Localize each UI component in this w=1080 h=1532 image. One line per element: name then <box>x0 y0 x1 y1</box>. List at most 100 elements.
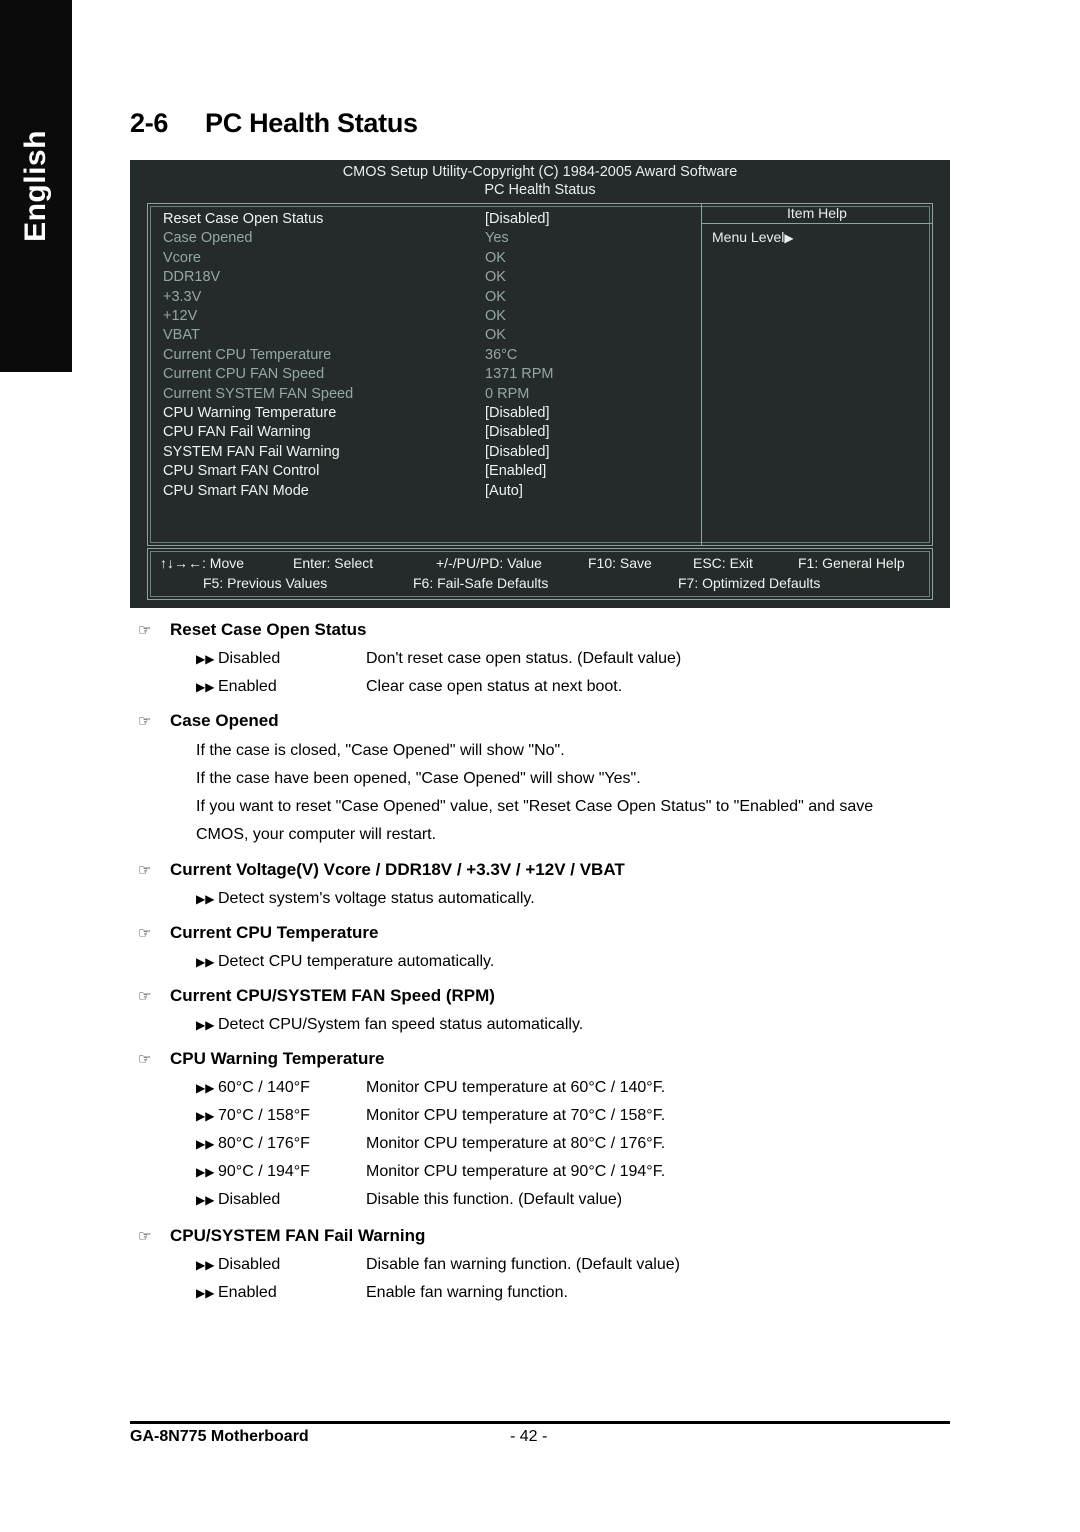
bios-setting-value[interactable]: OK <box>485 288 701 307</box>
bios-setting-value[interactable]: OK <box>485 249 701 268</box>
section-title: PC Health Status <box>205 108 418 138</box>
bios-main-frame: Reset Case Open Status [Disabled] Case Ope… <box>147 203 933 546</box>
pointing-hand-icon: ☞ <box>138 988 152 1005</box>
double-arrow-icon: ▶▶ <box>196 1018 215 1032</box>
bios-setting-row[interactable]: CPU Warning Temperature [Disabled] <box>148 404 701 423</box>
option-row: ▶▶ 80°C / 176°F Monitor CPU temperature at… <box>196 1135 665 1153</box>
option-label: 70°C / 158°F <box>218 1107 310 1124</box>
bios-setting-row[interactable]: CPU Smart FAN Mode [Auto] <box>148 482 701 501</box>
bios-setting-row[interactable]: Current CPU FAN Speed 1371 RPM <box>148 365 701 384</box>
bios-setting-row[interactable]: Current SYSTEM FAN Speed 0 RPM <box>148 385 701 404</box>
section-heading-case-opened: ☞ Case Opened <box>138 711 279 731</box>
key-exit: ESC: Exit <box>693 555 753 571</box>
bios-setting-label: CPU Smart FAN Mode <box>163 482 309 499</box>
page-title: 2-6 PC Health Status <box>130 108 418 139</box>
bios-setting-label: CPU Warning Temperature <box>163 405 337 422</box>
option-description: Disable this function. (Default value) <box>366 1191 623 1208</box>
pointing-hand-icon: ☞ <box>138 862 152 879</box>
bios-setting-value[interactable]: 36°C <box>485 346 701 365</box>
key-general-help: F1: General Help <box>798 555 905 571</box>
option-row: ▶▶ Detect CPU temperature automatically. <box>196 953 494 971</box>
section-heading-current-cpu-temperature: ☞ Current CPU Temperature <box>138 923 379 943</box>
heading-text: Case Opened <box>170 711 279 730</box>
bios-setting-value[interactable]: OK <box>485 268 701 287</box>
heading-text: Current CPU Temperature <box>170 923 379 942</box>
bios-setting-value[interactable]: OK <box>485 326 701 345</box>
option-label: Disabled <box>218 650 281 667</box>
bios-setting-value[interactable]: OK <box>485 307 701 326</box>
bios-setting-label: CPU FAN Fail Warning <box>163 424 311 441</box>
key-select: Enter: Select <box>293 555 374 571</box>
bios-setting-value[interactable]: Yes <box>485 229 701 248</box>
bios-setting-row[interactable]: +3.3V OK <box>148 288 701 307</box>
bios-setting-value[interactable]: [Disabled] <box>485 423 701 442</box>
double-arrow-icon: ▶▶ <box>196 1137 215 1151</box>
key-move: ↑↓→←: Move <box>160 555 245 571</box>
option-row: ▶▶ Disabled Disable fan warning function. … <box>196 1256 680 1274</box>
bios-key-legend: ↑↓→←: Move Enter: Select +/-/PU/PD: Valu… <box>147 548 933 600</box>
option-label: Enabled <box>218 678 277 695</box>
pointing-hand-icon: ☞ <box>138 925 152 942</box>
double-arrow-icon: ▶▶ <box>196 1165 215 1179</box>
option-label: Enabled <box>218 1284 277 1301</box>
option-description: Don't reset case open status. (Default v… <box>366 650 682 667</box>
bios-settings-list: Reset Case Open Status [Disabled] Case Ope… <box>148 204 701 545</box>
option-description: Monitor CPU temperature at 90°C / 194°F. <box>366 1163 666 1180</box>
bios-setting-label: CPU Smart FAN Control <box>163 463 320 480</box>
bios-setting-row[interactable]: Vcore OK <box>148 249 701 268</box>
bios-setting-value[interactable]: [Disabled] <box>485 210 701 229</box>
option-row: ▶▶ Detect CPU/System fan speed status aut… <box>196 1016 583 1034</box>
paragraph-line: CMOS, your computer will restart. <box>196 826 437 843</box>
key-value: +/-/PU/PD: Value <box>436 555 542 571</box>
option-row: ▶▶ Detect system's voltage status automat… <box>196 890 535 908</box>
bios-setting-value[interactable]: [Enabled] <box>485 462 701 481</box>
double-arrow-icon: ▶▶ <box>196 680 215 694</box>
double-arrow-icon: ▶▶ <box>196 955 215 969</box>
bios-setting-value[interactable]: [Disabled] <box>485 443 701 462</box>
language-tab-label: English <box>19 130 52 242</box>
double-arrow-icon: ▶▶ <box>196 892 215 906</box>
section-heading-reset-case-open-status: ☞ Reset Case Open Status <box>138 620 367 640</box>
option-description: Detect CPU/System fan speed status autom… <box>218 1016 584 1033</box>
bios-setting-row[interactable]: CPU FAN Fail Warning [Disabled] <box>148 423 701 442</box>
item-help-header: Item Help <box>702 204 932 224</box>
bios-setting-value[interactable]: 0 RPM <box>485 385 701 404</box>
bios-setting-row[interactable]: CPU Smart FAN Control [Enabled] <box>148 462 701 481</box>
option-label: Disabled <box>218 1256 281 1273</box>
option-description: Monitor CPU temperature at 60°C / 140°F. <box>366 1079 666 1096</box>
option-description: Clear case open status at next boot. <box>366 678 623 695</box>
bios-setting-label: Current CPU FAN Speed <box>163 366 325 383</box>
bios-setting-value[interactable]: [Auto] <box>485 482 701 501</box>
key-previous-values: F5: Previous Values <box>203 575 328 591</box>
option-description: Enable fan warning function. <box>366 1284 568 1301</box>
heading-text: CPU Warning Temperature <box>170 1049 385 1068</box>
option-label: Disabled <box>218 1191 281 1208</box>
section-heading-current-fan-speed: ☞ Current CPU/SYSTEM FAN Speed (RPM) <box>138 986 495 1006</box>
pointing-hand-icon: ☞ <box>138 1228 152 1245</box>
pointing-hand-icon: ☞ <box>138 1051 152 1068</box>
double-arrow-icon: ▶▶ <box>196 1081 215 1095</box>
heading-text: Current CPU/SYSTEM FAN Speed (RPM) <box>170 986 495 1005</box>
menu-level-arrow-icon: ▶ <box>784 231 794 245</box>
bios-setting-row[interactable]: +12V OK <box>148 307 701 326</box>
footer-divider <box>130 1421 950 1424</box>
bios-setting-row[interactable]: SYSTEM FAN Fail Warning [Disabled] <box>148 443 701 462</box>
option-row: ▶▶ 90°C / 194°F Monitor CPU temperature at… <box>196 1163 665 1181</box>
option-label: 90°C / 194°F <box>218 1163 310 1180</box>
heading-text: Reset Case Open Status <box>170 620 367 639</box>
option-row: ▶▶ 60°C / 140°F Monitor CPU temperature at… <box>196 1079 665 1097</box>
bios-setting-row[interactable]: VBAT OK <box>148 326 701 345</box>
bios-setting-label: DDR18V <box>163 269 221 286</box>
bios-setting-value[interactable]: [Disabled] <box>485 404 701 423</box>
bios-title-line-2: PC Health Status <box>484 182 596 198</box>
bios-setting-row[interactable]: DDR18V OK <box>148 268 701 287</box>
bios-setting-row[interactable]: Reset Case Open Status [Disabled] <box>148 210 701 229</box>
bios-setting-label: Current SYSTEM FAN Speed <box>163 385 354 402</box>
footer-page-number: - 42 - <box>510 1428 548 1445</box>
bios-setting-value[interactable]: 1371 RPM <box>485 365 701 384</box>
paragraph-line: If you want to reset "Case Opened" value… <box>196 798 874 815</box>
bios-setting-label: Vcore <box>163 249 201 266</box>
bios-setting-row[interactable]: Case Opened Yes <box>148 229 701 248</box>
bios-setting-row[interactable]: Current CPU Temperature 36°C <box>148 346 701 365</box>
option-description: Monitor CPU temperature at 70°C / 158°F. <box>366 1107 666 1124</box>
